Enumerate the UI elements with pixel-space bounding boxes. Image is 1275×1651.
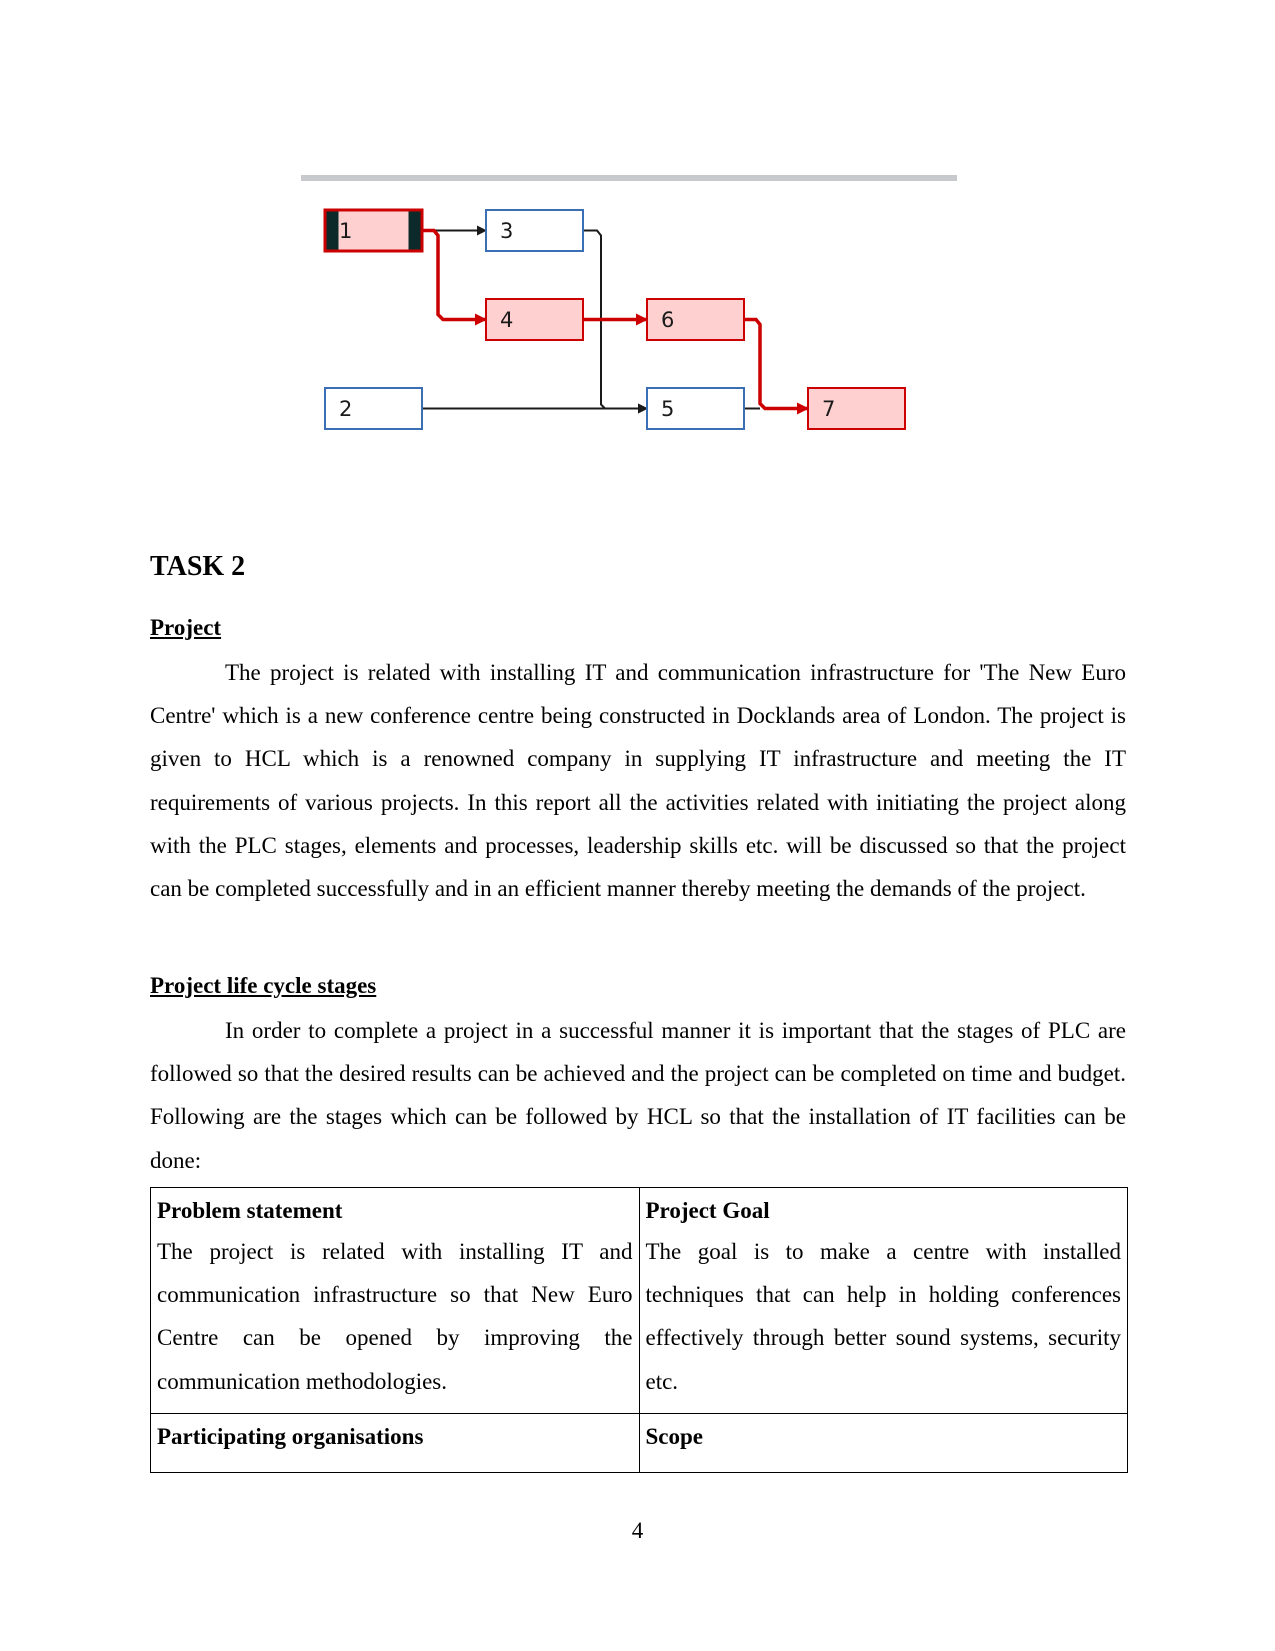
node-label: 7 [822,397,835,421]
cell-body: The goal is to make a centre with instal… [645,1239,1122,1394]
table-cell-problem-statement: Problem statement The project is related… [150,1187,640,1414]
page-number: 4 [631,1518,644,1543]
table-row: Participating organisations Scope [150,1412,1128,1473]
node-6[interactable]: 6 [646,298,745,341]
edge-1-to-4 [422,228,487,326]
network-diagram-svg: 1 2 3 4 5 6 7 [301,175,957,430]
section-heading-plc-stages: Project life cycle stages [150,973,377,998]
network-diagram: 1 2 3 4 5 6 7 [0,0,1275,460]
section-heading-project: Project [150,615,222,640]
node-label: 5 [661,397,674,421]
task-heading: TASK 2 [150,551,246,582]
node-5[interactable]: 5 [646,387,745,430]
plc-stages-table: Problem statement The project is related… [150,1187,1128,1473]
cell-body: The project is related with installing I… [157,1239,633,1394]
node-label: 3 [500,219,513,243]
diagram-top-rule [301,175,957,181]
node-label: 1 [339,219,352,243]
cell-title: Project Goal [645,1198,770,1223]
node-4[interactable]: 4 [485,298,584,341]
node-label: 4 [500,308,513,332]
node-2[interactable]: 2 [324,387,423,430]
node-3[interactable]: 3 [485,209,584,252]
node-1[interactable]: 1 [323,208,424,253]
paragraph-project: The project is related with installing I… [150,660,1126,902]
table-cell-project-goal: Project Goal The goal is to make a centr… [638,1187,1128,1414]
table-cell-scope: Scope [638,1412,1128,1473]
node-label: 2 [339,397,352,421]
node-label: 6 [661,308,674,332]
table-cell-participating-organisations: Participating organisations [150,1412,640,1473]
cell-title: Participating organisations [157,1423,424,1449]
node-7[interactable]: 7 [807,387,906,430]
paragraph-plc-stages: In order to complete a project in a succ… [150,1018,1126,1173]
selection-band-right [408,211,421,250]
cell-title: Scope [645,1423,704,1449]
cell-title: Problem statement [157,1198,343,1223]
edge-6-to-7 [744,317,809,415]
selection-band-left [326,211,339,250]
table-row: Problem statement The project is related… [150,1187,1128,1414]
